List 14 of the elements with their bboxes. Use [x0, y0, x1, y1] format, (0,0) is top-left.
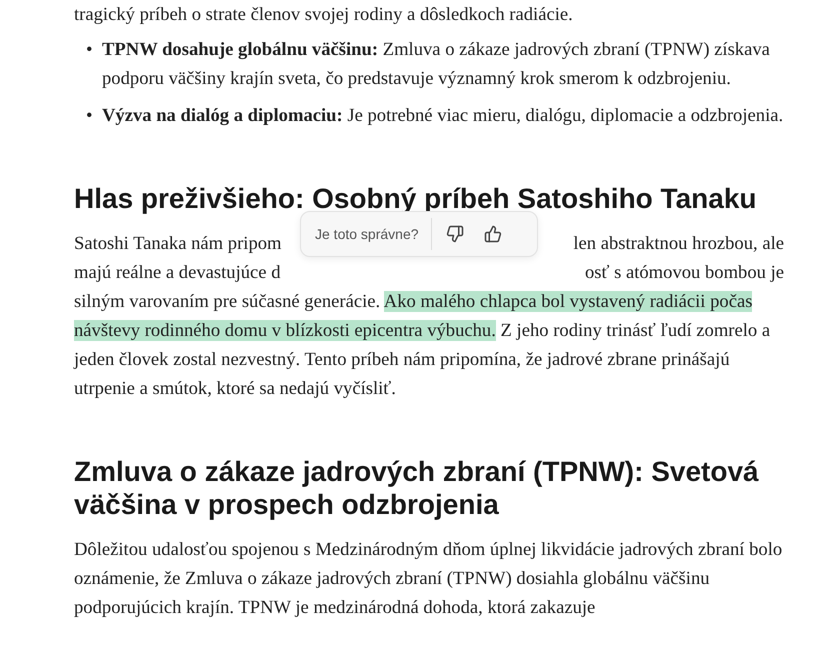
paragraph-fragment: majú reálne a devastujúce d	[74, 261, 281, 285]
paragraph: silným varovaním pre súčasné generácie. Ako malého chlapca bol vystavený radiácii počas návštevy rodinného domu v blízkosti epicentra výbuchu. Z jeho rodiny trinásť ľudí zomrelo a jeden človek zostal nezvestný. Tento príbeh nám pripomína, že jadrové zbrane prinášajú utrpenie a smútok, ktoré sa nedajú vyčísliť.	[74, 290, 772, 401]
section-heading: Zmluva o zákaze jadrových zbraní (TPNW): Svetová väčšina v prospech odzbrojenia	[74, 455, 760, 521]
paragraph-fragment: len abstraktnou hrozbou, ale	[573, 232, 784, 256]
feedback-question: Je toto správne?	[315, 218, 432, 250]
bullet-text: TPNW dosahuje globálnu väčšinu: Zmluva o zákaze jadrových zbraní (TPNW) získava podporu väčšiny krajín sveta, čo predstavuje významný krok smerom k odzbrojeniu.	[102, 38, 771, 91]
bullet-marker: •	[85, 38, 94, 62]
paragraph-fragment: osť s atómovou bombou je	[584, 261, 784, 285]
paragraph: Dôležitou udalosťou spojenou s Medzinárodným dňom úplnej likvidácie jadrových zbraní bolo oznámenie, že Zmluva o zákaze jadrových zbraní (TPNW) dosiahla globálnu väčšinu podporujúcich krajín. TPNW je medzinárodná dohoda, ktorá zakazuje	[74, 538, 784, 620]
paragraph-fragment: Satoshi Tanaka nám pripom	[74, 232, 282, 256]
section-heading: Hlas preživšieho: Osobný príbeh Satoshiho Tanaku	[74, 182, 758, 215]
paragraph-line: tragický príbeh o strate členov svojej rodiny a dôsledkoch radiácie.	[74, 3, 574, 27]
bullet-text: Výzva na dialóg a diplomaciu: Je potrebné viac mieru, dialógu, diplomacie a odzbrojenia.	[102, 104, 784, 128]
bullet-marker: •	[85, 104, 94, 128]
